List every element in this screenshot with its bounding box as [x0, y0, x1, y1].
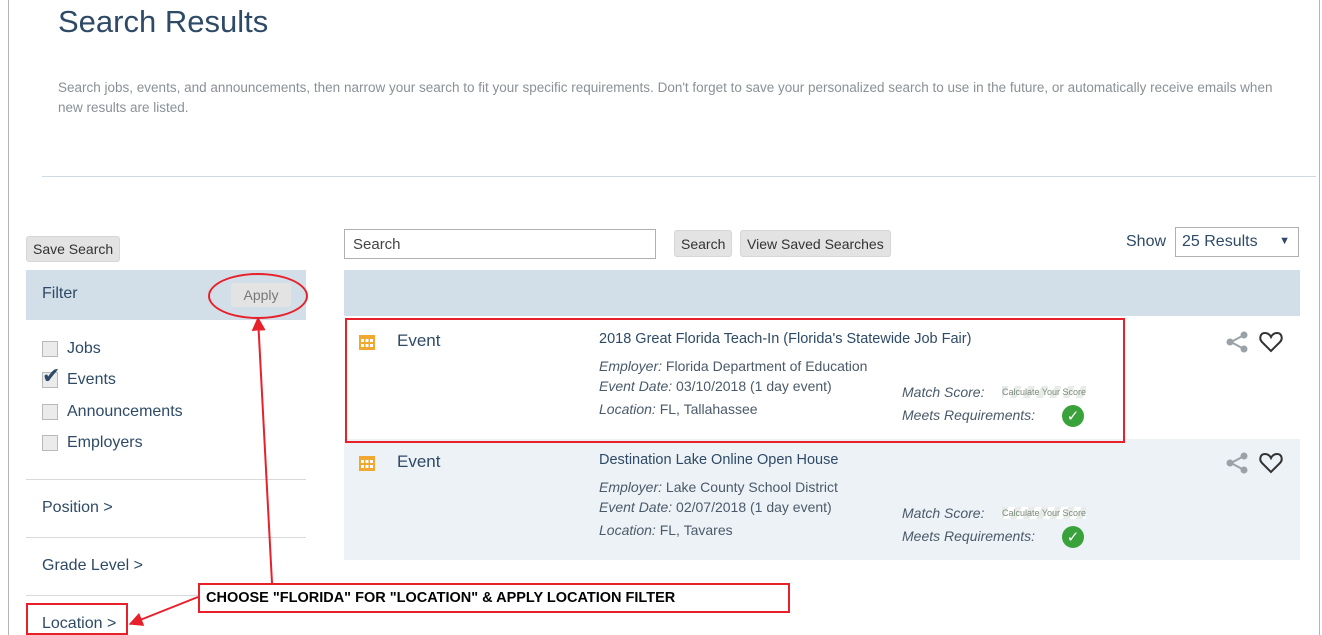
date-key: Event Date:: [599, 499, 673, 515]
result-type: Event: [397, 452, 441, 471]
result-date: Event Date: 02/07/2018 (1 day event): [599, 499, 832, 515]
highlight-box-result: [345, 318, 1125, 443]
filter-title: Filter: [42, 285, 78, 302]
match-score-label: Match Score:: [902, 505, 985, 521]
highlight-oval-apply: [208, 273, 308, 319]
facet-divider: [26, 479, 306, 480]
location-value: FL, Tavares: [659, 522, 733, 538]
page-title: Search Results: [58, 4, 269, 39]
result-title-link[interactable]: Destination Lake Online Open House: [599, 452, 838, 468]
search-input[interactable]: [344, 229, 656, 259]
highlight-box-location: [26, 603, 128, 635]
employer-value: Lake County School District: [665, 479, 838, 495]
result-employer: Employer: Lake County School District: [599, 479, 838, 495]
page-intro: Search jobs, events, and announcements, …: [58, 80, 1273, 115]
share-icon[interactable]: [1224, 330, 1250, 354]
checkbox-employers[interactable]: Employers: [42, 432, 143, 454]
show-label: Show: [1126, 233, 1167, 250]
facet-grade-level[interactable]: Grade Level >: [42, 557, 143, 575]
checkbox-events[interactable]: ✔ Events: [42, 365, 116, 391]
checkbox-label: Announcements: [67, 403, 183, 420]
checkbox-jobs[interactable]: Jobs: [42, 338, 101, 360]
checkbox-box[interactable]: [42, 435, 58, 451]
checkbox-label: Employers: [67, 434, 143, 451]
annotation-callout: CHOOSE "FLORIDA" FOR "LOCATION" & APPLY …: [198, 583, 790, 613]
filter-panel: Filter Apply Jobs ✔ Events Announcements…: [26, 270, 306, 635]
results-per-page-select[interactable]: 25 Results ▼: [1175, 227, 1299, 257]
results-header: [344, 270, 1300, 316]
checkbox-label: Events: [67, 371, 116, 388]
date-value: 02/07/2018 (1 day event): [676, 499, 832, 515]
checkbox-label: Jobs: [67, 340, 101, 357]
checkbox-announcements[interactable]: Announcements: [42, 401, 183, 423]
calendar-icon: [359, 456, 375, 471]
meets-requirements-label: Meets Requirements:: [902, 528, 1036, 544]
save-search-button[interactable]: Save Search: [26, 236, 121, 262]
employer-key: Employer:: [599, 479, 663, 495]
checkbox-box[interactable]: [42, 404, 58, 420]
checkbox-box[interactable]: [42, 341, 58, 357]
location-key: Location:: [599, 522, 656, 538]
divider: [42, 176, 1316, 177]
result-location: Location: FL, Tavares: [599, 522, 733, 538]
calculate-score-link[interactable]: Calculate Your Score: [1002, 507, 1087, 519]
select-value: 25 Results: [1182, 233, 1258, 250]
view-saved-searches-button[interactable]: View Saved Searches: [740, 230, 891, 257]
checkmark-icon: ✓: [1062, 526, 1084, 548]
heart-icon[interactable]: [1258, 329, 1284, 355]
facet-position[interactable]: Position >: [42, 499, 113, 517]
facet-divider: [26, 537, 306, 538]
checkbox-box[interactable]: ✔: [42, 365, 60, 388]
checkmark-icon: ✔: [42, 363, 61, 388]
heart-icon[interactable]: [1258, 450, 1284, 476]
chevron-down-icon: ▼: [1279, 235, 1290, 247]
result-item[interactable]: Event Destination Lake Online Open House…: [344, 439, 1300, 560]
search-button[interactable]: Search: [674, 230, 733, 257]
share-icon[interactable]: [1224, 451, 1250, 475]
